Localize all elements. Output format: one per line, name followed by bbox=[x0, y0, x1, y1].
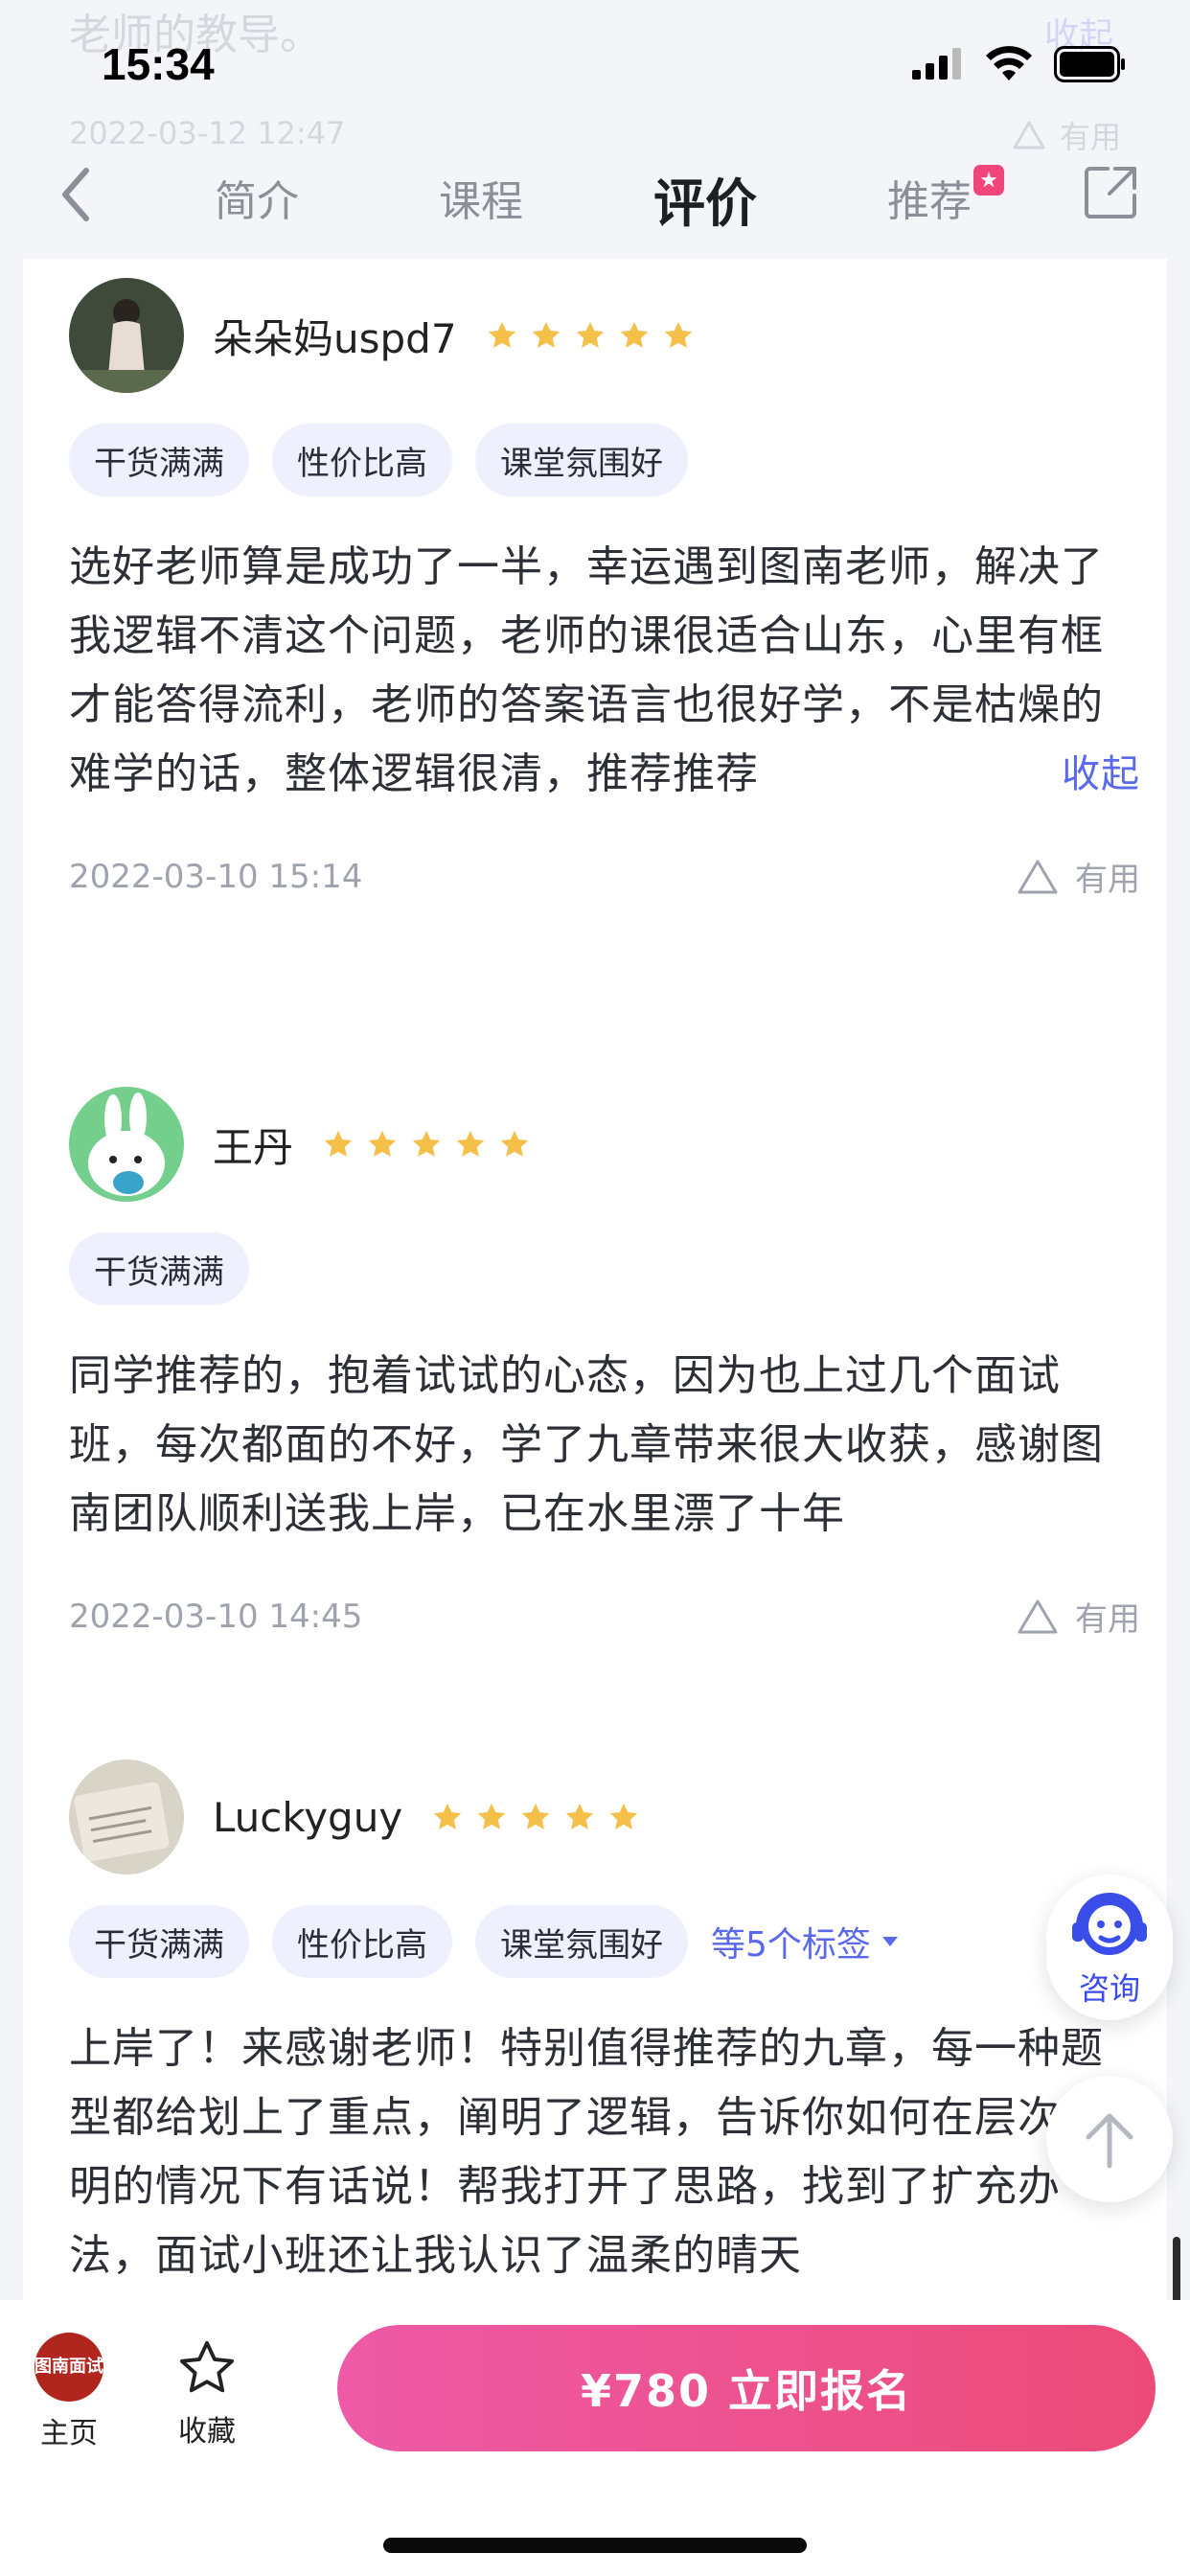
review-header: Luckyguy bbox=[69, 1760, 1140, 1874]
star-icon bbox=[500, 1130, 529, 1157]
favorite-label: 收藏 bbox=[178, 2415, 236, 2449]
avatar[interactable] bbox=[69, 1760, 184, 1874]
review-body: 选好老师算是成功了一半，幸运遇到图南老师，解决了我逻辑不清这个问题，老师的课很适… bbox=[69, 542, 1104, 798]
review-meta: 2022-03-10 15:14 有用 bbox=[69, 853, 1140, 900]
rating-stars bbox=[431, 1801, 640, 1833]
star-icon bbox=[434, 1803, 462, 1829]
customer-service-icon bbox=[1072, 1893, 1147, 1955]
top-nav: 简介 课程 评价 推荐 ★ bbox=[0, 134, 1190, 259]
star-icon bbox=[610, 1803, 638, 1829]
tab-reviews[interactable]: 评价 bbox=[653, 161, 757, 237]
star-icon bbox=[412, 1130, 441, 1157]
caret-down-icon bbox=[881, 1937, 898, 1946]
helpful-icon bbox=[1018, 1599, 1058, 1633]
star-icon bbox=[664, 321, 692, 348]
star-badge-icon: ★ bbox=[973, 165, 1004, 196]
star-icon bbox=[566, 1803, 594, 1829]
star-icon bbox=[576, 321, 604, 348]
tab-reviews-label: 评价 bbox=[653, 173, 757, 234]
battery-icon bbox=[1054, 46, 1125, 82]
tab-recommend[interactable]: 推荐 ★ bbox=[887, 165, 1004, 228]
review-header: 王丹 bbox=[69, 1087, 1140, 1202]
review-header: 朵朵妈uspd7 bbox=[69, 278, 1140, 393]
favorite-button[interactable]: 收藏 bbox=[169, 2336, 245, 2450]
collapse-link[interactable]: 收起 bbox=[1062, 740, 1140, 809]
review-text: 同学推荐的，抱着试试的心态，因为也上过几个面试班，每次都面的不好，学了九章带来很… bbox=[69, 1351, 1104, 1538]
review-tags: 干货满满 性价比高 课堂氛围好 等5个标签 bbox=[69, 1905, 1140, 1978]
star-icon bbox=[532, 321, 560, 348]
tab-course[interactable]: 课程 bbox=[439, 167, 523, 228]
tab-recommend-label: 推荐 bbox=[887, 177, 972, 226]
helpful-label: 有用 bbox=[1075, 861, 1140, 899]
consult-label: 咨询 bbox=[1078, 1970, 1140, 2007]
back-to-top-button[interactable] bbox=[1046, 2076, 1173, 2202]
review-tag: 干货满满 bbox=[69, 1905, 249, 1978]
home-label: 主页 bbox=[40, 2417, 98, 2450]
status-bar: 15:34 bbox=[0, 0, 1190, 134]
home-button[interactable]: 图南面试 主页 bbox=[33, 2333, 105, 2451]
review-date: 2022-03-10 15:14 bbox=[69, 857, 363, 896]
star-icon bbox=[456, 1130, 485, 1157]
helpful-icon bbox=[1018, 860, 1058, 893]
more-tags-label: 等5个标签 bbox=[711, 1925, 871, 1965]
share-icon[interactable] bbox=[1083, 163, 1140, 220]
review-item: 朵朵妈uspd7 干货满满 性价比高 课堂氛围好 选好老师算是成功了一半，幸运遇… bbox=[69, 278, 1140, 900]
review-tag: 课堂氛围好 bbox=[475, 1905, 688, 1978]
rating-stars bbox=[322, 1128, 531, 1161]
review-text: 选好老师算是成功了一半，幸运遇到图南老师，解决了我逻辑不清这个问题，老师的课很适… bbox=[69, 533, 1140, 809]
tab-bar: 简介 课程 评价 推荐 ★ bbox=[0, 134, 1190, 259]
cellular-signal-icon bbox=[912, 48, 961, 80]
status-icons bbox=[910, 46, 1127, 82]
review-tags: 干货满满 性价比高 课堂氛围好 bbox=[69, 424, 1140, 496]
review-date: 2022-03-10 14:45 bbox=[69, 1597, 363, 1636]
star-icon bbox=[478, 1803, 506, 1829]
avatar[interactable] bbox=[69, 1087, 184, 1202]
review-tag: 干货满满 bbox=[69, 424, 249, 496]
tab-intro[interactable]: 简介 bbox=[215, 167, 299, 228]
review-tag: 性价比高 bbox=[272, 1905, 452, 1978]
star-icon bbox=[488, 321, 515, 348]
star-icon bbox=[620, 321, 648, 348]
enroll-button[interactable]: ¥780 立即报名 bbox=[337, 2325, 1156, 2451]
user-name[interactable]: Luckyguy bbox=[213, 1794, 402, 1841]
review-item: Luckyguy 干货满满 性价比高 课堂氛围好 等5个标签 上岸了！来感谢老师… bbox=[69, 1760, 1140, 2290]
avatar[interactable] bbox=[69, 278, 184, 393]
user-name[interactable]: 朵朵妈uspd7 bbox=[213, 307, 457, 365]
reviews-list: 朵朵妈uspd7 干货满满 性价比高 课堂氛围好 选好老师算是成功了一半，幸运遇… bbox=[23, 259, 1167, 2300]
review-tag: 性价比高 bbox=[272, 424, 452, 496]
review-tag: 课堂氛围好 bbox=[475, 424, 688, 496]
review-meta: 2022-03-10 14:45 有用 bbox=[69, 1593, 1140, 1640]
more-tags-toggle[interactable]: 等5个标签 bbox=[711, 1917, 900, 1966]
helpful-button[interactable]: 有用 bbox=[1016, 1593, 1140, 1640]
home-indicator bbox=[383, 2538, 807, 2553]
star-icon bbox=[368, 1130, 397, 1157]
status-time: 15:34 bbox=[102, 39, 215, 89]
brand-logo: 图南面试 bbox=[34, 2333, 103, 2402]
review-tags: 干货满满 bbox=[69, 1232, 1140, 1305]
star-icon bbox=[522, 1803, 550, 1829]
review-item: 王丹 干货满满 同学推荐的，抱着试试的心态，因为也上过几个面试班，每次都面的不好… bbox=[69, 1087, 1140, 1640]
bottom-bar: 图南面试 主页 收藏 ¥780 立即报名 bbox=[0, 2300, 1190, 2576]
rating-stars bbox=[486, 319, 695, 352]
helpful-label: 有用 bbox=[1075, 1600, 1140, 1639]
helpful-button[interactable]: 有用 bbox=[1016, 853, 1140, 900]
review-tag: 干货满满 bbox=[69, 1232, 249, 1305]
wifi-icon bbox=[986, 46, 1032, 80]
user-name[interactable]: 王丹 bbox=[213, 1116, 293, 1174]
star-outline-icon bbox=[179, 2340, 235, 2393]
review-text: 上岸了！来感谢老师！特别值得推荐的九章，每一种题型都给划上了重点，阐明了逻辑，告… bbox=[69, 2024, 1104, 2280]
arrow-up-icon bbox=[1086, 2113, 1133, 2169]
consult-button[interactable]: 咨询 bbox=[1046, 1874, 1173, 2020]
star-icon bbox=[324, 1130, 353, 1157]
